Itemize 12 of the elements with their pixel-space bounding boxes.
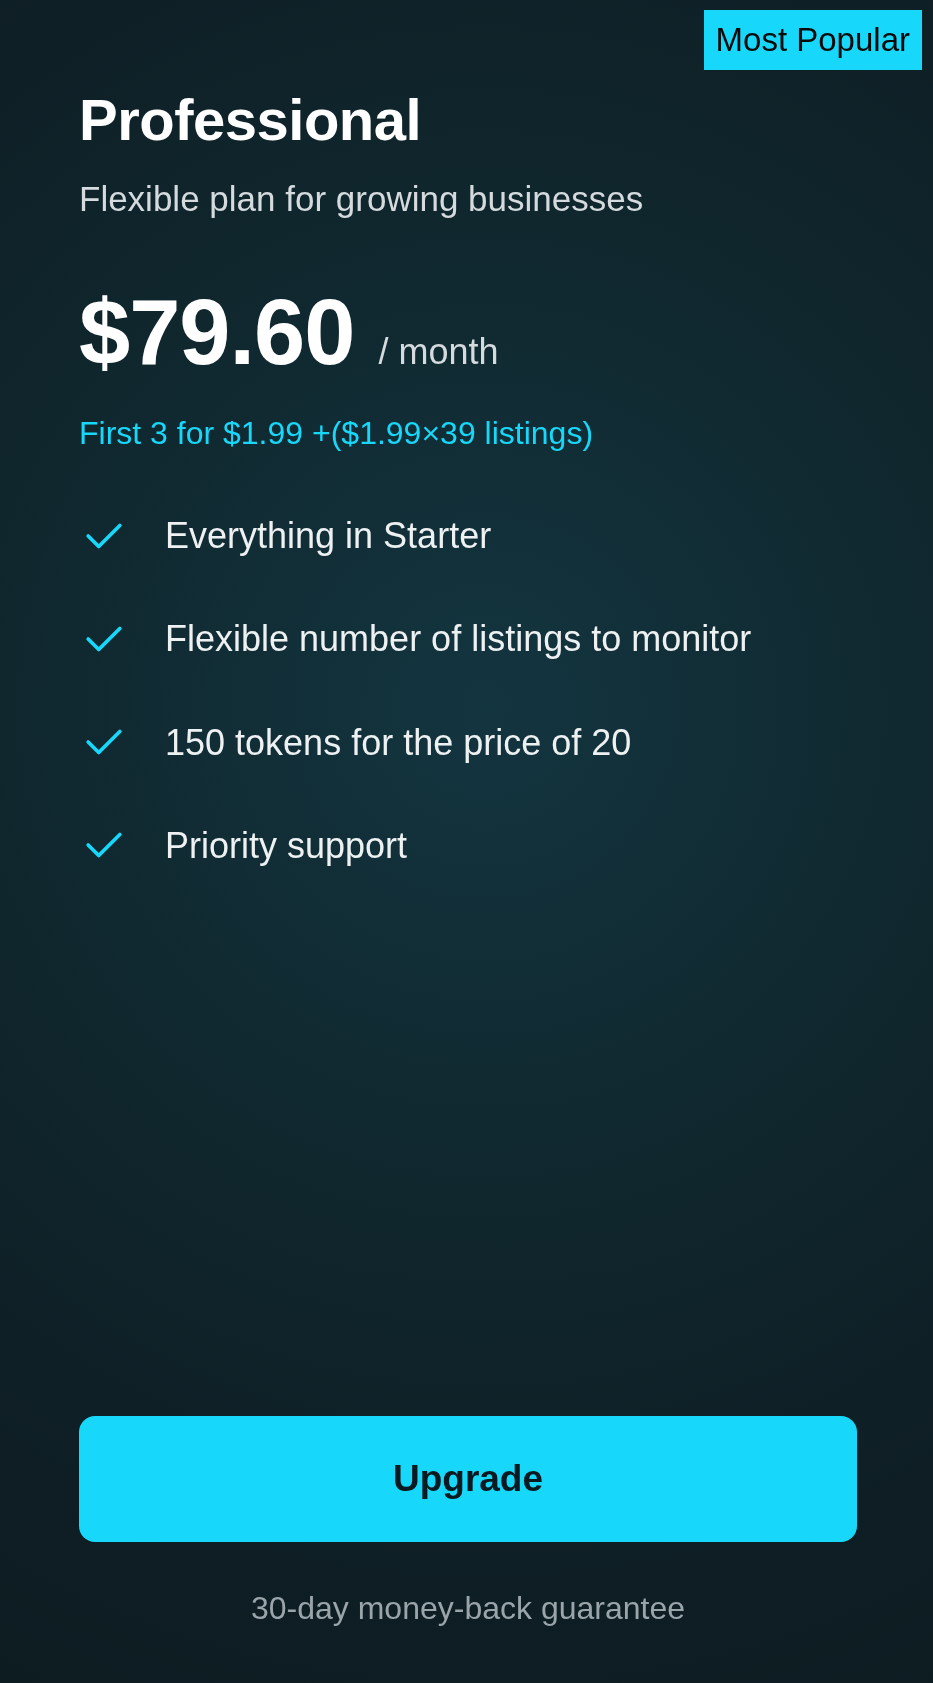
feature-text: 150 tokens for the price of 20 bbox=[165, 720, 632, 764]
price-period: / month bbox=[378, 330, 499, 373]
feature-text: Flexible number of listings to monitor bbox=[165, 617, 752, 661]
feature-text: Everything in Starter bbox=[165, 514, 492, 558]
price: $79.60 bbox=[79, 285, 355, 378]
promo-text: First 3 for $1.99 +($1.99×39 listings) bbox=[79, 413, 595, 453]
guarantee-text: 30-day money-back guarantee bbox=[249, 1590, 686, 1627]
upgrade-button[interactable]: Upgrade bbox=[79, 1416, 857, 1542]
plan-title: Professional bbox=[79, 88, 423, 152]
plan-subtitle: Flexible plan for growing businesses bbox=[79, 177, 645, 220]
feature-text: Priority support bbox=[165, 823, 408, 867]
most-popular-badge: Most Popular bbox=[703, 10, 922, 70]
